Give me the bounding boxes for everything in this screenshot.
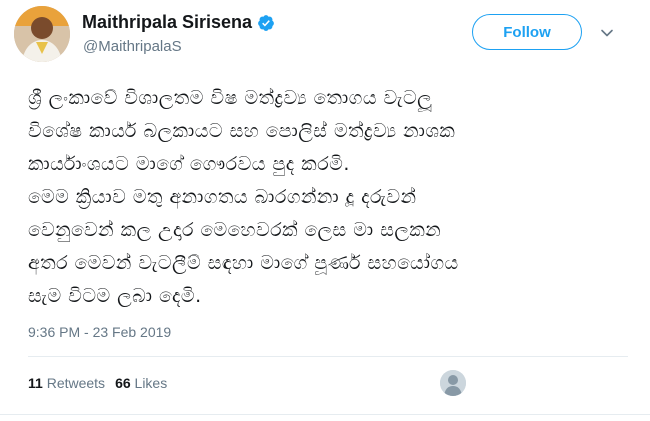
liker-avatar[interactable]	[440, 370, 466, 396]
likes-stat[interactable]: 66 Likes	[115, 375, 167, 391]
divider	[28, 356, 628, 357]
tweet-text: ශ්‍රී ලංකාවේ විශාලතම විෂ මත්ද්‍රව්‍ය තොග…	[28, 82, 628, 313]
verified-badge-icon	[258, 14, 274, 31]
tweet-text-line: මෙම ක්‍රියාව මතු අනාගතය බාරගන්නා දූ දරුව…	[28, 186, 417, 208]
author-avatar[interactable]	[14, 6, 70, 62]
author-name-text[interactable]: Maithripala Sirisena	[82, 12, 252, 33]
likes-count: 66	[115, 375, 135, 391]
chevron-down-icon[interactable]	[600, 26, 614, 40]
tweet-text-line: විශේෂ කාර්ය බලකායට සහ පොලිස් මත්ද්‍රව්‍ය…	[28, 120, 456, 142]
tweet-timestamp[interactable]: 9:36 PM - 23 Feb 2019	[28, 324, 171, 340]
retweets-stat[interactable]: 11 Retweets	[28, 375, 105, 391]
tweet-stats: 11 Retweets 66 Likes	[28, 375, 177, 391]
tweet-text-line: සැම විටම ලබා දෙමි.	[28, 285, 202, 307]
likes-label: Likes	[134, 375, 168, 391]
tweet-card: Maithripala Sirisena @MaithripalaS Follo…	[0, 0, 650, 421]
tweet-text-line: කාර්යාංශයට මාගේ ගෞරවය පුද කරමි.	[28, 153, 350, 175]
retweets-label: Retweets	[46, 375, 106, 391]
tweet-text-line: ශ්‍රී ලංකාවේ විශාලතම විෂ මත්ද්‍රව්‍ය තොග…	[28, 87, 433, 109]
retweets-count: 11	[28, 375, 47, 391]
bottom-divider	[0, 414, 650, 415]
profile-photo-icon	[14, 6, 70, 62]
follow-button[interactable]: Follow	[472, 14, 582, 50]
author-name[interactable]: Maithripala Sirisena	[82, 12, 275, 33]
author-handle[interactable]: @MaithripalaS	[83, 38, 182, 55]
default-avatar-icon	[440, 370, 466, 396]
tweet-text-line: අතර මෙවන් වැටලීම් සඳහා මාගේ පූර්ණ සහයෝගය	[28, 252, 459, 274]
tweet-text-line: වෙනුවෙන් කල උදාර මෙහෙවරක් ලෙස මා සලකන	[28, 219, 442, 241]
